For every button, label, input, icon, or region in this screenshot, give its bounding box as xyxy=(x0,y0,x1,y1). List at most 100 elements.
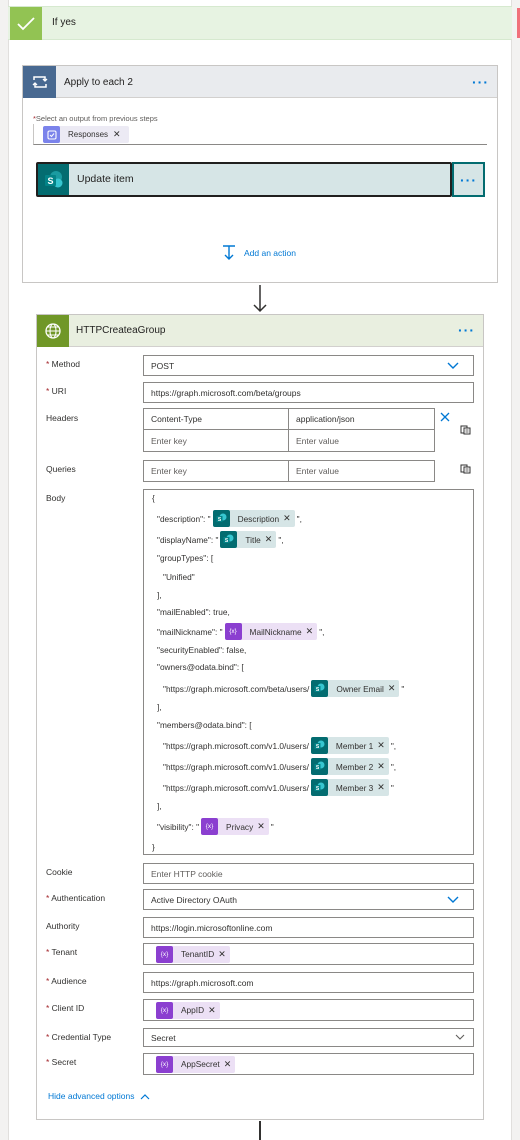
remove-token-icon[interactable]: ✕ xyxy=(113,129,121,140)
token-label: Owner Email xyxy=(336,683,384,694)
cookie-label: Cookie xyxy=(46,867,73,877)
token-label: AppID xyxy=(181,1005,205,1015)
authentication-label: * Authentication xyxy=(46,893,106,903)
apply-to-each-title: Apply to each 2 xyxy=(64,77,133,88)
token-label: Member 3 xyxy=(335,782,374,793)
token-label: TenantID xyxy=(181,949,215,959)
privacy-token[interactable]: {x} Privacy ✕ xyxy=(201,818,269,835)
token-label: Privacy xyxy=(226,821,254,832)
remove-token-icon[interactable]: ✕ xyxy=(377,782,389,793)
authority-label: Authority xyxy=(46,921,80,931)
select-output-label: *Select an output from previous steps xyxy=(33,114,158,123)
token-label: AppSecret xyxy=(181,1059,220,1069)
body-line: "groupTypes": [ xyxy=(157,553,214,563)
appid-token[interactable]: {x} AppID ✕ xyxy=(156,1001,220,1019)
authority-input[interactable]: https://login.microsoftonline.com xyxy=(143,917,474,938)
header-key-input[interactable]: Content-Type xyxy=(144,409,289,430)
title-token[interactable]: S Title ✕ xyxy=(220,531,277,548)
if-yes-header[interactable] xyxy=(8,6,512,40)
body-line: "https://graph.microsoft.com/beta/users/… xyxy=(163,680,404,697)
update-item-more-button[interactable]: ··· xyxy=(452,162,485,197)
remove-token-icon[interactable]: ✕ xyxy=(283,513,295,524)
headers-table: Content-Type application/json Enter key … xyxy=(143,408,435,452)
update-item-title: Update item xyxy=(77,173,134,185)
http-more-options-button[interactable]: ··· xyxy=(458,322,475,338)
body-line: ], xyxy=(157,702,162,712)
header-value-input[interactable]: application/json xyxy=(289,409,434,430)
member3-token[interactable]: S Member 3 ✕ xyxy=(310,779,389,796)
switch-to-text-mode-icon[interactable] xyxy=(460,463,471,474)
add-action-button[interactable]: Add an action xyxy=(222,245,296,261)
mailnickname-token[interactable]: {x} MailNickname ✕ xyxy=(224,623,318,640)
body-line: "members@odata.bind": [ xyxy=(157,720,252,730)
body-line: "mailEnabled": true, xyxy=(157,607,230,617)
token-label: MailNickname xyxy=(249,626,302,637)
uri-input[interactable]: https://graph.microsoft.com/beta/groups xyxy=(143,382,474,403)
globe-icon xyxy=(37,315,69,347)
responses-token[interactable]: Responses ✕ xyxy=(43,126,129,143)
secret-input[interactable]: {x} AppSecret ✕ xyxy=(143,1053,474,1075)
sharepoint-icon: S xyxy=(310,737,328,754)
queries-label: Queries xyxy=(46,464,76,474)
remove-token-icon[interactable]: ✕ xyxy=(377,740,389,751)
hide-advanced-options-link[interactable]: Hide advanced options xyxy=(48,1091,150,1101)
body-label: Body xyxy=(46,493,66,503)
method-select[interactable]: POST xyxy=(143,355,474,376)
token-label: Description xyxy=(237,513,280,524)
token-label: Member 1 xyxy=(335,740,374,751)
remove-token-icon[interactable]: ✕ xyxy=(265,534,277,545)
credential-type-label: * Credential Type xyxy=(46,1032,112,1042)
authentication-select[interactable]: Active Directory OAuth xyxy=(143,889,474,910)
expression-icon: {x} xyxy=(156,945,173,963)
audience-label: * Audience xyxy=(46,976,87,986)
body-line: { xyxy=(152,493,155,503)
check-icon xyxy=(10,7,42,40)
http-action-title: HTTPCreateaGroup xyxy=(76,325,166,336)
tenant-input[interactable]: {x} TenantID ✕ xyxy=(143,943,474,965)
expression-icon: {x} xyxy=(224,623,242,640)
chevron-up-icon xyxy=(141,1093,150,1099)
body-line: "displayName": " S Title ✕ ", xyxy=(157,531,284,548)
expression-icon: {x} xyxy=(156,1001,173,1019)
remove-token-icon[interactable]: ✕ xyxy=(218,949,230,960)
owner-email-token[interactable]: S Owner Email ✕ xyxy=(311,680,400,697)
body-line: } xyxy=(152,842,155,852)
cookie-input[interactable]: Enter HTTP cookie xyxy=(143,863,474,884)
switch-to-text-mode-icon[interactable] xyxy=(460,424,471,435)
if-yes-title: If yes xyxy=(52,17,76,28)
body-line: "https://graph.microsoft.com/v1.0/users/… xyxy=(163,758,396,775)
credential-type-select[interactable]: Secret xyxy=(143,1028,474,1047)
uri-label: * URI xyxy=(46,386,67,396)
sharepoint-icon: S xyxy=(310,758,328,775)
headers-label: Headers xyxy=(46,413,79,423)
chevron-down-icon xyxy=(447,362,459,369)
remove-token-icon[interactable]: ✕ xyxy=(388,683,400,694)
client-id-input[interactable]: {x} AppID ✕ xyxy=(143,999,474,1021)
remove-token-icon[interactable]: ✕ xyxy=(377,761,389,772)
more-options-button[interactable]: ··· xyxy=(472,74,489,90)
member2-token[interactable]: S Member 2 ✕ xyxy=(310,758,389,775)
remove-token-icon[interactable]: ✕ xyxy=(257,821,269,832)
add-action-label: Add an action xyxy=(244,248,296,258)
token-label: Responses xyxy=(68,130,109,139)
body-line: "description": " S Description ✕ ", xyxy=(157,510,302,527)
chevron-down-icon xyxy=(447,896,459,903)
remove-token-icon[interactable]: ✕ xyxy=(224,1059,236,1070)
body-line: ], xyxy=(157,801,162,811)
remove-token-icon[interactable]: ✕ xyxy=(306,626,318,637)
appsecret-token[interactable]: {x} AppSecret ✕ xyxy=(156,1055,236,1073)
query-value-input[interactable]: Enter value xyxy=(289,461,434,481)
member1-token[interactable]: S Member 1 ✕ xyxy=(310,737,389,754)
body-line: "https://graph.microsoft.com/v1.0/users/… xyxy=(163,737,396,754)
tenantid-token[interactable]: {x} TenantID ✕ xyxy=(156,945,230,963)
query-key-input[interactable]: Enter key xyxy=(144,461,289,481)
delete-row-icon[interactable] xyxy=(440,412,450,422)
header-new-value-input[interactable]: Enter value xyxy=(289,430,434,451)
audience-input[interactable]: https://graph.microsoft.com xyxy=(143,972,474,993)
sharepoint-icon: S xyxy=(38,164,69,195)
token-label: Title xyxy=(245,534,261,545)
remove-token-icon[interactable]: ✕ xyxy=(208,1005,220,1016)
description-token[interactable]: S Description ✕ xyxy=(212,510,295,527)
header-new-key-input[interactable]: Enter key xyxy=(144,430,289,451)
expression-icon: {x} xyxy=(201,818,219,835)
